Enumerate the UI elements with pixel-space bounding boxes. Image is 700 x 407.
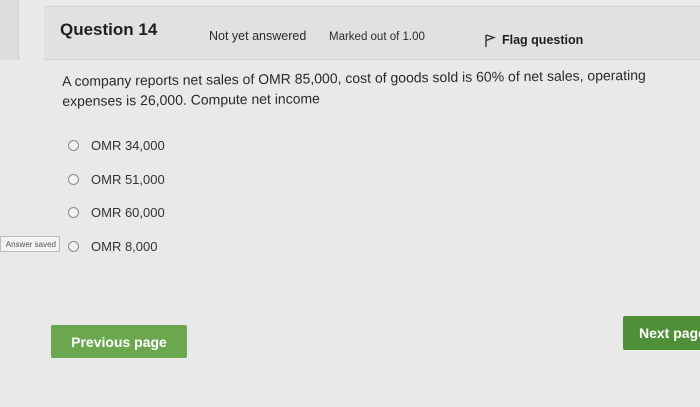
radio-unchecked-icon[interactable] [68, 207, 79, 218]
question-status: Not yet answered [209, 29, 307, 43]
answer-option-3[interactable]: OMR 60,000 [68, 205, 165, 220]
answer-option-1[interactable]: OMR 34,000 [68, 138, 165, 153]
left-sidebar-edge [0, 0, 19, 60]
radio-unchecked-icon[interactable] [68, 140, 79, 151]
previous-page-button[interactable]: Previous page [51, 325, 187, 358]
answer-option-label: OMR 8,000 [91, 239, 158, 254]
flag-question-button[interactable]: Flag question [484, 33, 583, 47]
flag-question-label: Flag question [502, 33, 584, 47]
question-grade: Marked out of 1.00 [329, 31, 425, 43]
flag-icon [485, 33, 496, 47]
question-number: Question 14 [60, 20, 158, 39]
answer-option-label: OMR 34,000 [91, 138, 165, 153]
radio-unchecked-icon[interactable] [68, 241, 79, 252]
answer-option-label: OMR 51,000 [91, 172, 165, 187]
radio-unchecked-icon[interactable] [68, 174, 79, 185]
next-page-button[interactable]: Next page [623, 316, 700, 350]
answer-saved-badge: Answer saved [0, 236, 60, 252]
answer-option-2[interactable]: OMR 51,000 [68, 172, 165, 187]
answer-option-4[interactable]: OMR 8,000 [68, 239, 157, 254]
question-text: A company reports net sales of OMR 85,00… [62, 66, 646, 109]
question-info-bar: Question 14 Not yet answered Marked out … [44, 6, 700, 60]
answer-option-label: OMR 60,000 [91, 205, 165, 220]
